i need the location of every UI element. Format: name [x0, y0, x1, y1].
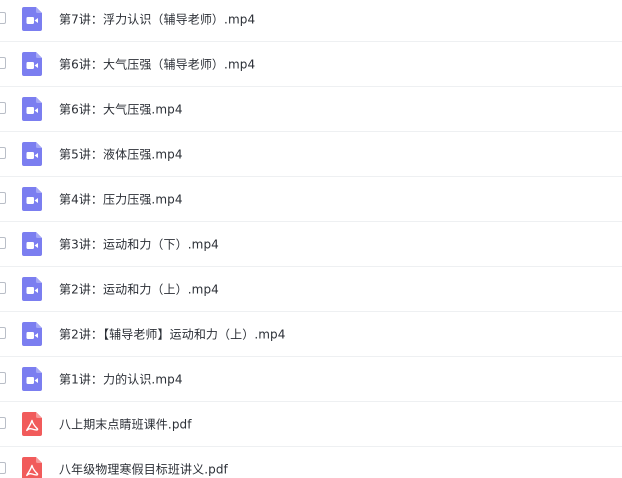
- file-name[interactable]: 第3讲：运动和力（下）.mp4: [59, 236, 219, 253]
- video-file-icon: [22, 232, 42, 256]
- row-checkbox[interactable]: [0, 192, 6, 204]
- row-checkbox[interactable]: [0, 12, 6, 24]
- file-name[interactable]: 第5讲：液体压强.mp4: [59, 146, 183, 163]
- file-row[interactable]: 第7讲：浮力认识（辅导老师）.mp4: [0, 0, 622, 42]
- file-name[interactable]: 第6讲：大气压强.mp4: [59, 101, 183, 118]
- video-file-icon: [22, 322, 42, 346]
- row-checkbox[interactable]: [0, 102, 6, 114]
- file-row[interactable]: 八年级物理寒假目标班讲义.pdf: [0, 447, 622, 478]
- row-checkbox[interactable]: [0, 57, 6, 69]
- file-name[interactable]: 第2讲：【辅导老师】运动和力（上）.mp4: [59, 326, 286, 343]
- file-row[interactable]: 第6讲：大气压强（辅导老师）.mp4: [0, 42, 622, 87]
- file-name[interactable]: 第2讲：运动和力（上）.mp4: [59, 281, 219, 298]
- file-row[interactable]: 第2讲：【辅导老师】运动和力（上）.mp4: [0, 312, 622, 357]
- row-checkbox[interactable]: [0, 237, 6, 249]
- pdf-file-icon: [22, 412, 42, 436]
- file-row[interactable]: 第2讲：运动和力（上）.mp4: [0, 267, 622, 312]
- video-file-icon: [22, 7, 42, 31]
- row-checkbox[interactable]: [0, 417, 6, 429]
- file-list: 第7讲：浮力认识（辅导老师）.mp4 第6讲：大气压强（辅导老师）.mp4 第6…: [0, 0, 622, 478]
- file-name[interactable]: 第4讲：压力压强.mp4: [59, 191, 183, 208]
- video-file-icon: [22, 97, 42, 121]
- video-file-icon: [22, 142, 42, 166]
- video-file-icon: [22, 52, 42, 76]
- file-row[interactable]: 第3讲：运动和力（下）.mp4: [0, 222, 622, 267]
- file-row[interactable]: 第1讲：力的认识.mp4: [0, 357, 622, 402]
- row-checkbox[interactable]: [0, 462, 6, 474]
- file-row[interactable]: 八上期末点睛班课件.pdf: [0, 402, 622, 447]
- file-name[interactable]: 第6讲：大气压强（辅导老师）.mp4: [59, 56, 255, 73]
- file-name[interactable]: 八上期末点睛班课件.pdf: [59, 416, 192, 433]
- file-row[interactable]: 第4讲：压力压强.mp4: [0, 177, 622, 222]
- file-name[interactable]: 八年级物理寒假目标班讲义.pdf: [59, 461, 228, 478]
- row-checkbox[interactable]: [0, 372, 6, 384]
- file-row[interactable]: 第5讲：液体压强.mp4: [0, 132, 622, 177]
- row-checkbox[interactable]: [0, 147, 6, 159]
- file-name[interactable]: 第1讲：力的认识.mp4: [59, 371, 183, 388]
- video-file-icon: [22, 187, 42, 211]
- video-file-icon: [22, 277, 42, 301]
- file-name[interactable]: 第7讲：浮力认识（辅导老师）.mp4: [59, 11, 255, 28]
- row-checkbox[interactable]: [0, 327, 6, 339]
- video-file-icon: [22, 367, 42, 391]
- file-row[interactable]: 第6讲：大气压强.mp4: [0, 87, 622, 132]
- pdf-file-icon: [22, 457, 42, 478]
- row-checkbox[interactable]: [0, 282, 6, 294]
